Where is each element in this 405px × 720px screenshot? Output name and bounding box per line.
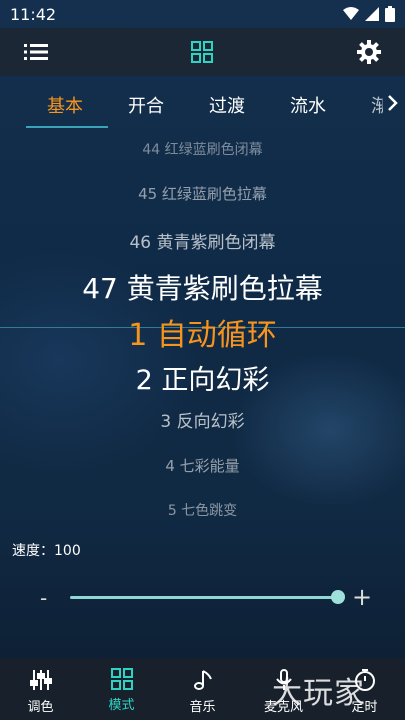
menu-button[interactable] (12, 28, 60, 76)
mode-tabs: 基本 开合 过渡 流水 渐 (0, 76, 405, 132)
status-time: 11:42 (10, 4, 57, 24)
tab-basic[interactable]: 基本 (47, 92, 83, 118)
nav-color[interactable]: 调色 (0, 658, 81, 720)
speed-slider-track[interactable] (70, 596, 338, 599)
settings-button[interactable] (345, 28, 393, 76)
speed-label: 速度：100 (12, 543, 81, 559)
mode-item[interactable]: 47 黄青紫刷色拉幕 (0, 267, 405, 307)
tab-gradient[interactable]: 渐 (371, 92, 383, 118)
tab-open-close[interactable]: 开合 (128, 92, 164, 118)
tab-flow[interactable]: 流水 (290, 92, 326, 118)
nav-music[interactable]: 音乐 (162, 658, 243, 720)
nav-label: 模式 (108, 698, 135, 713)
nav-label: 调色 (27, 700, 54, 715)
mode-item-selected[interactable]: 1 自动循环 (0, 310, 405, 354)
speed-slider-thumb[interactable] (331, 590, 345, 604)
mode-item[interactable]: 5 七色跳变 (0, 500, 405, 520)
gear-icon (357, 40, 381, 64)
tab-transition[interactable]: 过渡 (209, 92, 245, 118)
speed-increase-button[interactable]: + (352, 583, 372, 611)
watermark: 大玩家 (272, 676, 365, 711)
mode-item[interactable]: 4 七彩能量 (0, 455, 405, 476)
status-bar: 11:42 (0, 0, 405, 28)
status-icons (343, 6, 395, 22)
mode-item[interactable]: 45 红绿蓝刷色拉幕 (0, 183, 405, 204)
tab-indicator (26, 126, 108, 128)
signal-icon (365, 7, 379, 21)
speed-decrease-button[interactable]: - (40, 586, 47, 610)
nav-mode[interactable]: 模式 (81, 658, 162, 720)
chevron-right-icon[interactable] (387, 94, 399, 112)
music-note-icon (193, 670, 212, 690)
mode-item[interactable]: 2 正向幻彩 (0, 358, 405, 397)
top-toolbar (0, 28, 405, 76)
grid-view-button[interactable] (178, 28, 226, 76)
sliders-icon (29, 670, 52, 690)
mode-item[interactable]: 44 红绿蓝刷色闭幕 (0, 139, 405, 159)
grid-icon (110, 668, 133, 690)
mode-item[interactable]: 3 反向幻彩 (0, 407, 405, 432)
battery-icon (385, 6, 395, 22)
list-menu-icon (24, 44, 48, 60)
grid-icon (191, 41, 213, 63)
wifi-icon (343, 7, 359, 20)
mode-item[interactable]: 46 黄青紫刷色闭幕 (0, 228, 405, 253)
nav-label: 音乐 (189, 700, 216, 715)
